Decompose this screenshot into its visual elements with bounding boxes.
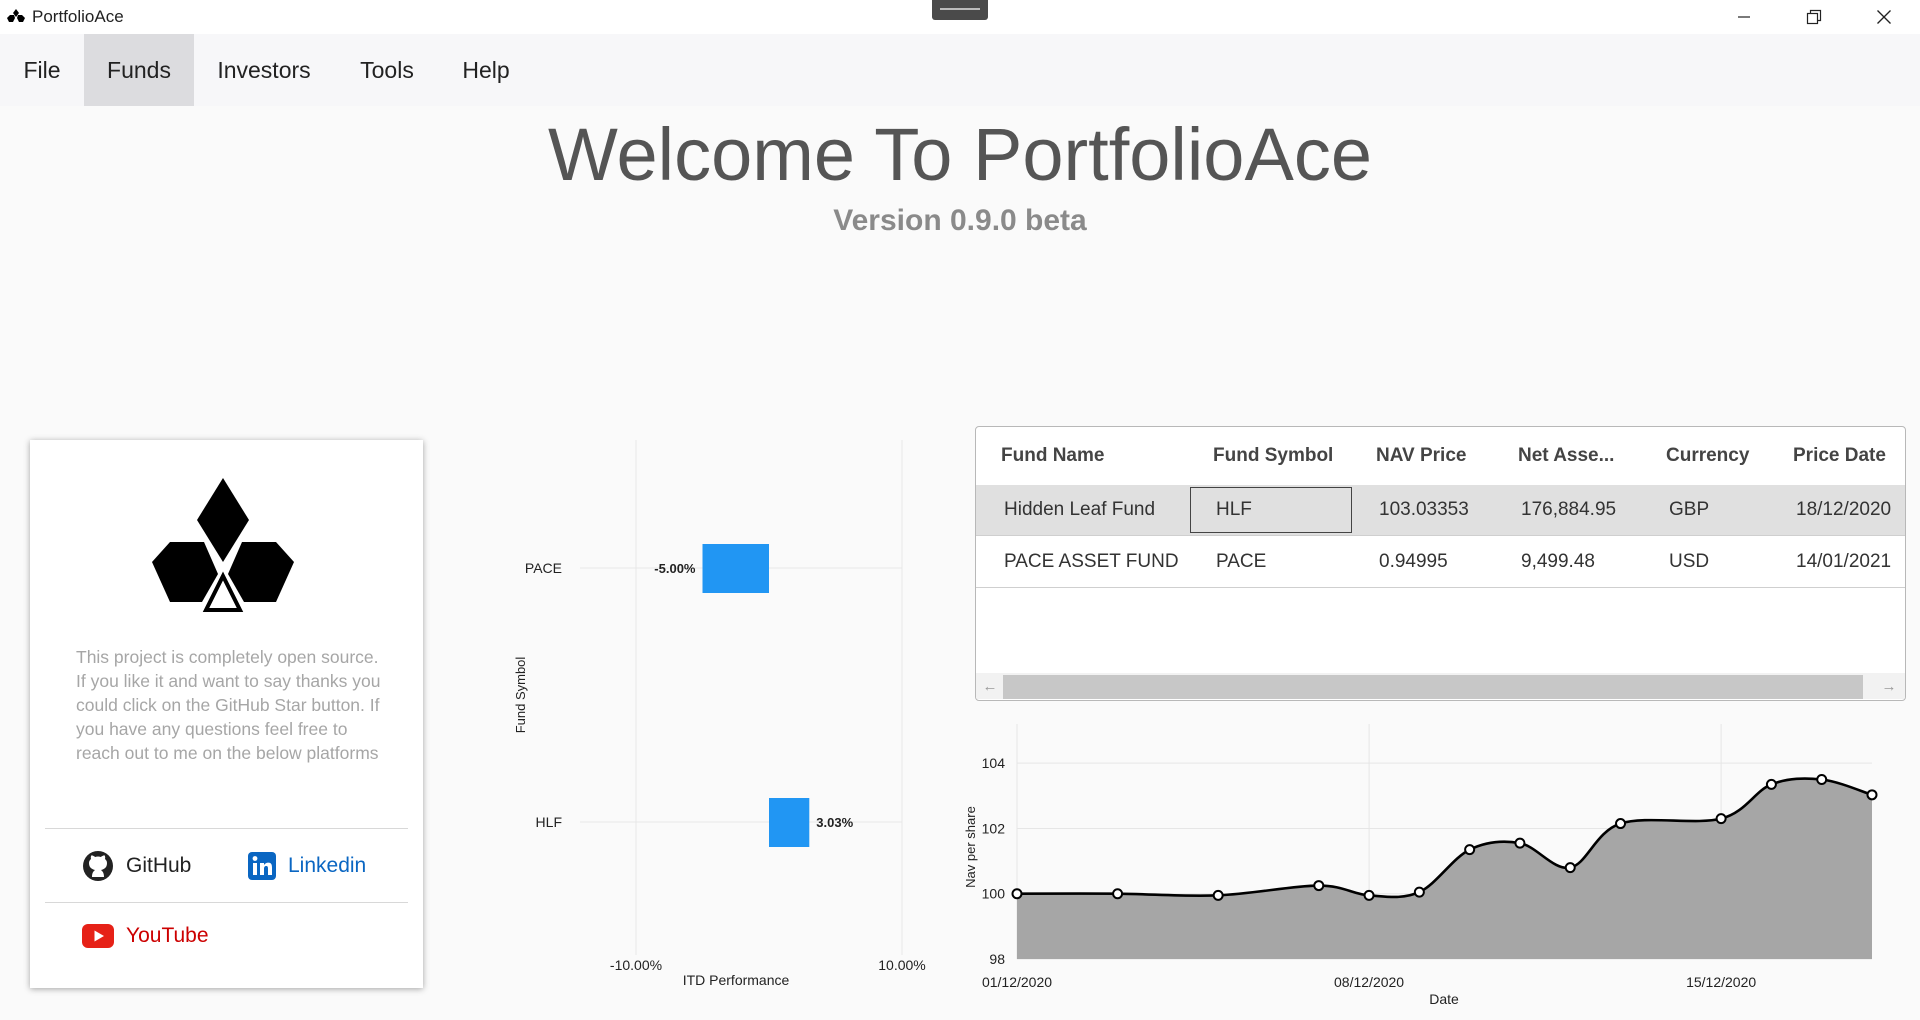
- x-tick-label: -10.00%: [610, 957, 662, 973]
- data-point: [1011, 888, 1023, 900]
- table-cell[interactable]: GBP: [1669, 485, 1709, 535]
- x-tick-label: 10.00%: [878, 957, 925, 973]
- data-point: [1715, 813, 1727, 825]
- menu-bar: File Funds Investors Tools Help: [0, 34, 1920, 106]
- column-header[interactable]: Fund Name: [1001, 427, 1104, 485]
- data-point: [1816, 773, 1828, 785]
- data-point: [1112, 888, 1124, 900]
- x-tick-label: 15/12/2020: [1686, 974, 1756, 990]
- menu-funds[interactable]: Funds: [84, 34, 194, 106]
- bar-value-label: 3.03%: [816, 815, 853, 830]
- category-label: HLF: [536, 814, 562, 830]
- scroll-left-arrow-icon[interactable]: ←: [978, 675, 1002, 699]
- data-point: [1413, 886, 1425, 898]
- restore-icon: [1806, 9, 1822, 25]
- table-cell[interactable]: Hidden Leaf Fund: [1004, 485, 1155, 535]
- data-point: [1564, 862, 1576, 874]
- portfolioace-logo-icon: [148, 478, 298, 623]
- linkedin-icon: [248, 852, 276, 880]
- data-point: [1464, 844, 1476, 856]
- table-cell[interactable]: 9,499.48: [1521, 537, 1595, 587]
- category-label: PACE: [525, 560, 562, 576]
- github-icon: [82, 850, 114, 882]
- horizontal-scrollbar[interactable]: ← →: [976, 673, 1905, 699]
- selected-cell-outline: [1190, 487, 1352, 533]
- minimize-icon: [1738, 16, 1750, 18]
- x-tick-label: 01/12/2020: [982, 974, 1052, 990]
- itd-performance-chart: Fund Symbol ITD Performance PACE -5.00% HL…: [513, 440, 926, 988]
- youtube-icon: [82, 924, 114, 948]
- line-chart-x-axis-title: Date: [1429, 991, 1459, 1007]
- linkedin-link[interactable]: Linkedin: [248, 852, 366, 880]
- column-header[interactable]: Price Date: [1793, 427, 1886, 485]
- github-label: GitHub: [126, 854, 192, 877]
- table-cell[interactable]: 176,884.95: [1521, 485, 1616, 535]
- table-cell[interactable]: 103.03353: [1379, 485, 1469, 535]
- data-point: [1765, 778, 1777, 790]
- funds-table[interactable]: Fund Name Fund Symbol NAV Price Net Asse...…: [975, 426, 1906, 701]
- divider: [45, 902, 408, 903]
- restore-button[interactable]: [1786, 0, 1842, 34]
- column-header[interactable]: Fund Symbol: [1213, 427, 1333, 485]
- close-icon: [1877, 10, 1891, 24]
- data-point: [1212, 889, 1224, 901]
- y-tick-label: 104: [982, 755, 1006, 771]
- column-header[interactable]: Net Asse...: [1518, 427, 1614, 485]
- bar-chart-x-axis-title: ITD Performance: [683, 972, 790, 988]
- welcome-title: Welcome To PortfolioAce: [548, 113, 1372, 196]
- window-drag-handle[interactable]: [932, 0, 988, 20]
- youtube-link[interactable]: YouTube: [82, 924, 209, 948]
- table-row[interactable]: Hidden Leaf Fund HLF 103.03353 176,884.95 GB…: [976, 485, 1905, 536]
- table-cell[interactable]: 14/01/2021: [1796, 537, 1891, 587]
- line-chart-y-axis-title: Nav per share: [963, 806, 978, 888]
- y-tick-label: 98: [989, 951, 1005, 967]
- table-cell[interactable]: 0.94995: [1379, 537, 1448, 587]
- table-cell[interactable]: USD: [1669, 537, 1709, 587]
- bar-value-label: -5.00%: [654, 561, 696, 576]
- menu-help[interactable]: Help: [440, 34, 532, 106]
- data-point: [1866, 789, 1878, 801]
- menu-file[interactable]: File: [0, 34, 84, 106]
- table-cell[interactable]: 18/12/2020: [1796, 485, 1891, 535]
- bar: [702, 544, 769, 593]
- data-point: [1313, 880, 1325, 892]
- linkedin-label: Linkedin: [288, 854, 367, 877]
- about-description: This project is completely open source. …: [76, 647, 381, 763]
- window-title: PortfolioAce: [32, 7, 124, 26]
- divider: [45, 828, 408, 829]
- version-label: Version 0.9.0 beta: [833, 204, 1087, 237]
- x-tick-label: 08/12/2020: [1334, 974, 1404, 990]
- about-card: This project is completely open source. …: [30, 440, 423, 988]
- table-cell[interactable]: PACE: [1216, 537, 1266, 587]
- table-cell[interactable]: PACE ASSET FUND: [1004, 537, 1179, 587]
- app-logo-icon: [6, 9, 26, 30]
- bar: [769, 798, 810, 847]
- column-header[interactable]: Currency: [1666, 427, 1749, 485]
- data-point: [1615, 818, 1627, 830]
- github-link[interactable]: GitHub: [82, 850, 191, 882]
- youtube-label: YouTube: [126, 924, 209, 947]
- scroll-right-arrow-icon[interactable]: →: [1877, 675, 1901, 699]
- title-bar: PortfolioAce: [0, 0, 1920, 34]
- close-window-button[interactable]: [1856, 0, 1912, 34]
- y-tick-label: 100: [982, 886, 1006, 902]
- minimize-button[interactable]: [1716, 0, 1772, 34]
- menu-tools[interactable]: Tools: [334, 34, 440, 106]
- y-tick-label: 102: [982, 820, 1006, 836]
- column-header[interactable]: NAV Price: [1376, 427, 1466, 485]
- data-point: [1363, 889, 1375, 901]
- table-cell[interactable]: HLF: [1216, 485, 1252, 535]
- scrollbar-thumb[interactable]: [1003, 675, 1863, 699]
- data-point: [1514, 837, 1526, 849]
- menu-investors[interactable]: Investors: [194, 34, 334, 106]
- table-row[interactable]: PACE ASSET FUND PACE 0.94995 9,499.48 USD 14/…: [976, 537, 1905, 588]
- nav-per-share-chart: Nav per share Date 98 100 102 104 01/12/2020…: [963, 724, 1878, 1007]
- bar-chart-y-axis-title: Fund Symbol: [513, 657, 528, 734]
